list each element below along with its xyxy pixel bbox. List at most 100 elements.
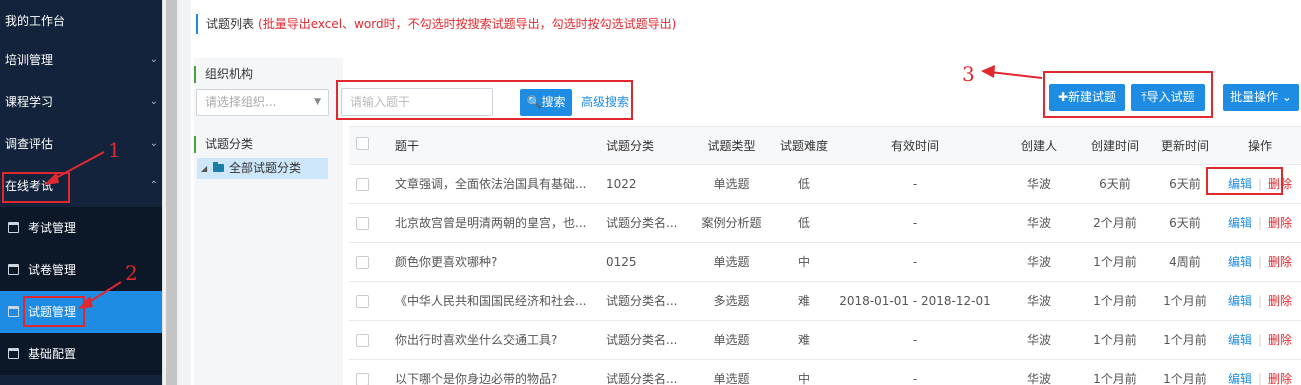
col-header-creator: 创建人 [1020,139,1057,153]
op-separator: | [1257,294,1263,308]
col-header-stem: 题干 [395,139,420,153]
chevron-down-icon: ⌄ [149,138,158,149]
category-heading: 试题分类 [194,136,253,153]
col-header-operations: 操作 [1247,139,1272,153]
cell-difficulty: 难 [797,294,810,308]
app-root: 我的工作台 培训管理 ⌄ 课程学习 ⌄ 调查评估 ⌄ 在线考试 ⌃ 考试管理 试卷管理 … [0,0,1301,385]
scrollbar-thumb[interactable] [166,0,177,385]
cell-stem: 《中华人民共和国国民经济和社会... [395,294,587,308]
cell-updated: 4周前 [1169,255,1201,269]
search-area: 请输入题干 🔍搜索 高级搜索 [336,80,633,120]
table-row: 文章强调，全面依法治国具有基础... 1022 单选题低 - 华波 6天前 6天前 编辑 | 删除 [349,165,1301,204]
calendar-icon [8,222,19,233]
folder-icon [213,162,224,172]
cell-creator: 华波 [1026,294,1051,308]
chevron-up-icon: ⌃ [149,180,158,191]
cell-category: 0125 [606,255,637,269]
cell-stem: 北京故宫曾是明清两朝的皇宫，也... [395,216,587,230]
cell-created: 1个月前 [1093,372,1137,385]
delete-link[interactable]: 删除 [1268,333,1292,347]
row-checkbox[interactable] [356,334,369,347]
chevron-down-icon: ▼ [314,97,321,107]
search-button[interactable]: 🔍搜索 [520,89,572,116]
row-checkbox[interactable] [356,217,369,230]
expand-triangle-icon[interactable]: ◢ [201,158,207,179]
col-header-category: 试题分类 [606,139,655,153]
search-input[interactable]: 请输入题干 [341,88,493,116]
cell-category: 试题分类名... [606,372,678,385]
sidebar-sub-label: 考试管理 [28,221,77,235]
annotation-box-question-management [23,296,85,327]
cell-stem: 文章强调，全面依法治国具有基础... [395,177,587,191]
calendar-icon [8,264,19,275]
cell-updated: 1个月前 [1163,294,1207,308]
table-row: 颜色你更喜欢哪种? 0125 单选题 中 - 华波 1个月前 4周前 编辑 | 删除 [349,243,1301,282]
row-checkbox[interactable] [356,256,369,269]
annotation-number-2: 2 [125,261,138,285]
sidebar-item-workbench[interactable]: 我的工作台 [0,0,162,42]
sidebar-item-label: 调查评估 [5,137,54,151]
cell-valid-time: - [912,333,918,347]
export-note: (批量导出excel、word时，不勾选时按搜索试题导出，勾选时按勾选试题导出) [258,17,677,31]
col-header-created: 创建时间 [1090,139,1139,153]
operations-highlight [1206,167,1283,195]
cell-difficulty: 低 [797,177,810,191]
cell-updated: 1个月前 [1163,333,1207,347]
cell-difficulty: 低 [797,216,810,230]
op-separator: | [1257,216,1263,230]
annotation-number-1: 1 [108,138,121,162]
org-select-placeholder: 请选择组织... [205,95,277,109]
table-row: 北京故宫曾是明清两朝的皇宫，也... 试题分类名... 案例分析题 低 - 华波 2个月前 6… [349,204,1301,243]
batch-operation-button[interactable]: 批量操作 ⌄ [1223,84,1299,111]
edit-link[interactable]: 编辑 [1228,294,1252,308]
delete-link[interactable]: 删除 [1268,372,1292,385]
cell-difficulty: 中 [797,255,810,269]
edit-link[interactable]: 编辑 [1228,255,1252,269]
cell-type: 单选题 [713,372,750,385]
row-checkbox[interactable] [356,295,369,308]
cell-type: 案例分析题 [701,216,762,230]
sidebar-item-training[interactable]: 培训管理 ⌄ [0,39,162,81]
advanced-search-link[interactable]: 高级搜索 [581,89,629,116]
edit-link[interactable]: 编辑 [1228,216,1252,230]
cell-category: 1022 [606,177,637,191]
org-select[interactable]: 请选择组织... ▼ [196,89,329,116]
row-checkbox[interactable] [356,178,369,191]
tree-node-label: 全部试题分类 [229,161,302,175]
cell-created: 1个月前 [1093,333,1137,347]
org-heading: 组织机构 [194,66,253,83]
cell-operations: 编辑 | 删除 [1219,282,1301,321]
cell-created: 6天前 [1099,177,1131,191]
cell-valid-time: - [912,216,918,230]
import-question-button[interactable]: ⤒导入试题 [1131,84,1205,111]
cell-operations: 编辑 | 删除 [1219,321,1301,360]
col-header-valid-time: 有效时间 [890,139,939,153]
sidebar-item-courses[interactable]: 课程学习 ⌄ [0,81,162,123]
delete-link[interactable]: 删除 [1268,294,1292,308]
sidebar-sub-exam-management[interactable]: 考试管理 [0,207,162,249]
sidebar-item-survey[interactable]: 调查评估 ⌄ [0,123,162,165]
calendar-icon [8,306,19,317]
cell-category: 试题分类名... [606,216,678,230]
sidebar-sub-basic-config[interactable]: 基础配置 [0,333,162,375]
sidebar-scrollbar[interactable] [162,0,179,385]
cell-created: 2个月前 [1093,216,1137,230]
table-row: 以下哪个是你身边必带的物品? 试题分类名... 单选题 中 - 华波 1个月前 1个月前 编辑 |… [349,360,1301,385]
cell-type: 单选题 [713,177,750,191]
tree-node-all-categories[interactable]: ◢ 全部试题分类 [197,158,328,179]
main-area: 试题列表 (批量导出excel、word时，不勾选时按搜索试题导出，勾选时按勾选试… [179,0,1301,385]
edit-link[interactable]: 编辑 [1228,372,1252,385]
delete-link[interactable]: 删除 [1268,255,1292,269]
cell-stem: 你出行时喜欢坐什么交通工具? [395,333,558,347]
select-all-checkbox[interactable] [356,137,369,150]
cell-category: 试题分类名... [606,294,678,308]
sidebar-sub-label: 试卷管理 [28,263,77,277]
cell-operations: 编辑 | 删除 [1219,360,1301,385]
edit-link[interactable]: 编辑 [1228,333,1252,347]
cell-type: 单选题 [713,333,750,347]
delete-link[interactable]: 删除 [1268,216,1292,230]
new-question-button[interactable]: ✚新建试题 [1049,84,1125,111]
row-checkbox[interactable] [356,373,369,385]
cell-difficulty: 难 [797,333,810,347]
cell-valid-time: - [912,177,918,191]
